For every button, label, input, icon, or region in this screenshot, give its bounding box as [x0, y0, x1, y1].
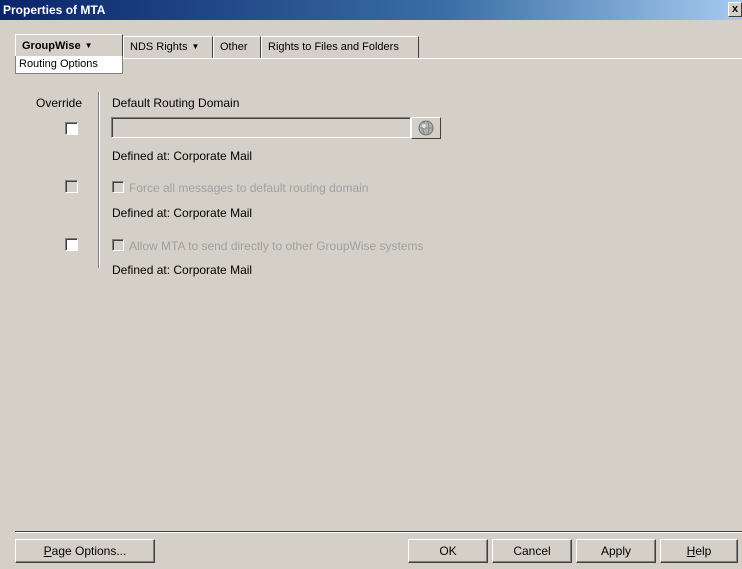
- allow-direct-send-defined-at: Defined at: Corporate Mail: [112, 263, 253, 277]
- cancel-button[interactable]: Cancel: [492, 539, 572, 563]
- caret-down-icon[interactable]: ▼: [191, 42, 199, 51]
- page-options-mnemonic: P: [43, 544, 52, 558]
- tab-groupwise-label: GroupWise: [22, 40, 81, 52]
- allow-direct-send-label: Allow MTA to send directly to other Grou…: [129, 239, 424, 253]
- help-label: elp: [695, 544, 712, 558]
- tab-other-label: Other: [220, 41, 248, 53]
- tab-rights-to-files-and-folders[interactable]: Rights to Files and Folders: [261, 36, 419, 58]
- panel-bottom-divider-highlight: [15, 532, 742, 533]
- tab-other[interactable]: Other: [213, 36, 261, 58]
- default-routing-domain-input[interactable]: [111, 117, 411, 138]
- tab-strip: GroupWise ▼ NDS Rights ▼ Other Rights to F…: [15, 34, 735, 60]
- subtab-routing-options[interactable]: Routing Options: [15, 56, 123, 74]
- ok-button[interactable]: OK: [408, 539, 488, 563]
- caret-down-icon[interactable]: ▼: [85, 41, 93, 50]
- help-button[interactable]: Help: [660, 539, 738, 563]
- tab-nds-rights-label: NDS Rights: [130, 41, 188, 53]
- cancel-label: Cancel: [513, 544, 551, 558]
- subtab-label: Routing Options: [19, 58, 98, 70]
- force-all-messages-label: Force all messages to default routing do…: [129, 181, 369, 195]
- override-header: Override: [36, 96, 83, 110]
- override-default-routing-domain-checkbox[interactable]: [65, 122, 78, 135]
- page-options-label: age Options...: [51, 544, 127, 558]
- vertical-divider: [98, 92, 100, 268]
- apply-label: Apply: [600, 544, 632, 558]
- close-icon: x: [731, 3, 739, 15]
- force-all-messages-defined-at: Defined at: Corporate Mail: [112, 206, 253, 220]
- browse-routing-domain-button[interactable]: [411, 117, 441, 139]
- window-title: Properties of MTA: [3, 3, 106, 17]
- default-routing-domain-label: Default Routing Domain: [112, 96, 240, 110]
- tab-nds-rights[interactable]: NDS Rights ▼: [123, 36, 213, 58]
- force-all-messages-checkbox[interactable]: [112, 181, 124, 193]
- globe-browse-icon: [418, 120, 434, 136]
- window-titlebar: Properties of MTA x: [0, 0, 742, 20]
- default-routing-domain-defined-at: Defined at: Corporate Mail: [112, 149, 253, 163]
- page-options-button[interactable]: Page Options...: [15, 539, 155, 563]
- apply-button[interactable]: Apply: [576, 539, 656, 563]
- close-button[interactable]: x: [728, 2, 742, 17]
- override-force-all-messages-checkbox[interactable]: [65, 180, 78, 193]
- allow-direct-send-checkbox[interactable]: [112, 239, 124, 251]
- override-allow-direct-send-checkbox[interactable]: [65, 238, 78, 251]
- tab-rights-label: Rights to Files and Folders: [268, 41, 399, 53]
- ok-label: OK: [439, 544, 457, 558]
